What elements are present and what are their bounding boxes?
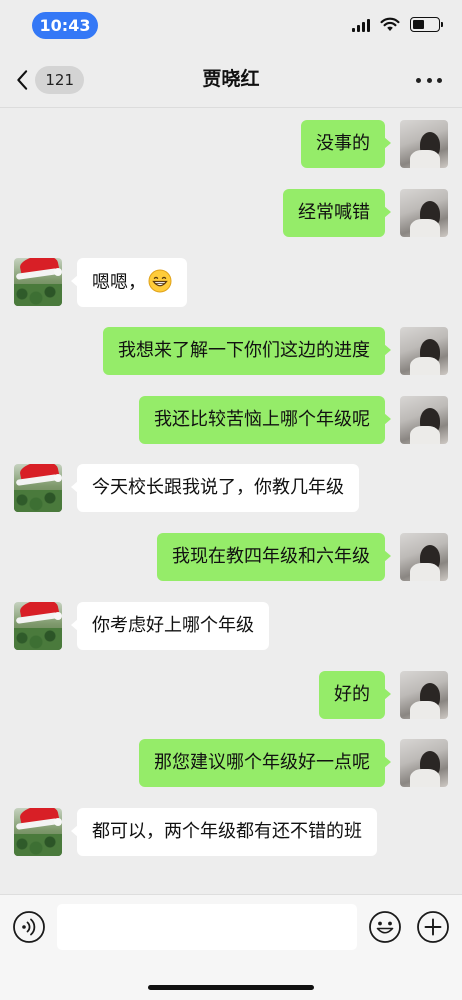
- voice-input-icon[interactable]: [12, 910, 46, 944]
- my-avatar[interactable]: [400, 189, 448, 237]
- message-bubble[interactable]: 我现在教四年级和六年级: [157, 533, 391, 581]
- my-avatar[interactable]: [400, 739, 448, 787]
- message-bubble[interactable]: 好的: [319, 671, 391, 719]
- chat-message-list[interactable]: 没事的 经常喊错 嗯嗯， 我想来了解一下你们这边的进度 我还比较苦恼上哪个年级呢: [0, 108, 462, 894]
- message-bubble[interactable]: 经常喊错: [283, 189, 391, 237]
- message-bubble[interactable]: 没事的: [301, 120, 391, 168]
- unread-count-badge: 121: [35, 66, 84, 94]
- home-indicator[interactable]: [148, 985, 314, 990]
- more-dot-icon: [416, 77, 421, 83]
- message-bubble[interactable]: 你考虑好上哪个年级: [71, 602, 269, 650]
- more-dot-icon: [437, 77, 442, 83]
- message-input[interactable]: [57, 904, 357, 950]
- contact-avatar[interactable]: [14, 602, 62, 650]
- my-avatar[interactable]: [400, 327, 448, 375]
- message-text: 嗯嗯，: [92, 272, 146, 293]
- emoji-picker-icon[interactable]: [368, 910, 402, 944]
- message-bubble[interactable]: 我想来了解一下你们这边的进度: [103, 327, 391, 375]
- contact-avatar[interactable]: [14, 464, 62, 512]
- message-bubble[interactable]: 嗯嗯，: [71, 258, 187, 307]
- cellular-signal-icon: [352, 18, 370, 32]
- chevron-left-icon: [17, 70, 28, 90]
- contact-avatar[interactable]: [14, 258, 62, 306]
- plus-icon[interactable]: [416, 910, 450, 944]
- back-button[interactable]: 121: [14, 64, 84, 96]
- message-bubble[interactable]: 那您建议哪个年级好一点呢: [139, 739, 391, 787]
- grinning-face-icon: [148, 269, 172, 293]
- my-avatar[interactable]: [400, 396, 448, 444]
- message-bubble[interactable]: 今天校长跟我说了，你教几年级: [71, 464, 359, 512]
- my-avatar[interactable]: [400, 533, 448, 581]
- wifi-icon: [380, 17, 400, 31]
- contact-avatar[interactable]: [14, 808, 62, 856]
- status-bar: 10:43: [0, 0, 462, 50]
- more-options-button[interactable]: [416, 70, 442, 90]
- message-bubble[interactable]: 都可以，两个年级都有还不错的班: [71, 808, 377, 856]
- status-time: 10:43: [32, 12, 98, 39]
- my-avatar[interactable]: [400, 671, 448, 719]
- more-dot-icon: [426, 77, 432, 83]
- my-avatar[interactable]: [400, 120, 448, 168]
- status-icons: [352, 17, 443, 32]
- input-toolbar: [0, 894, 462, 1000]
- nav-bar: 121 贾晓红: [0, 50, 462, 108]
- message-bubble[interactable]: 我还比较苦恼上哪个年级呢: [139, 396, 391, 444]
- battery-icon: [410, 17, 443, 32]
